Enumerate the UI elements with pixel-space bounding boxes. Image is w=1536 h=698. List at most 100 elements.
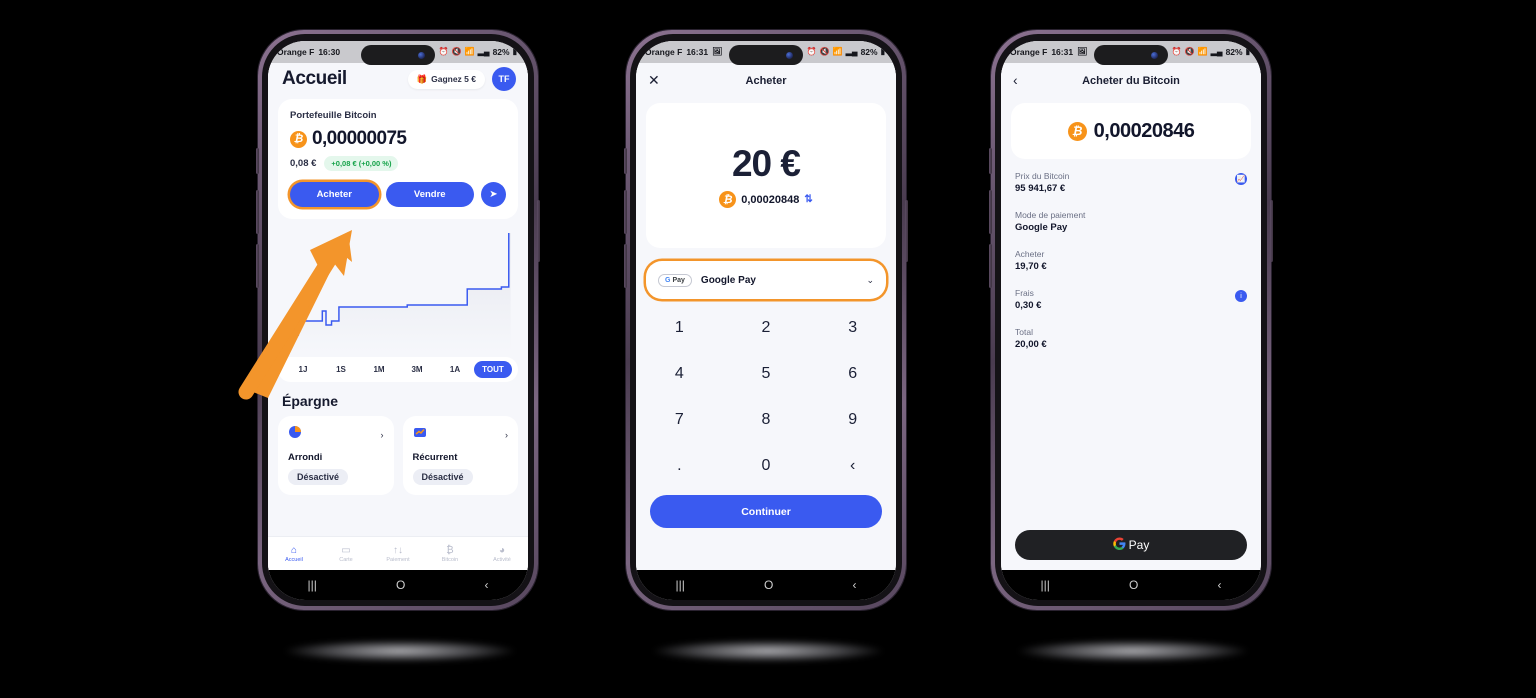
row-label: Prix du Bitcoin bbox=[1015, 171, 1070, 181]
screenshot-stage: Orange F 16:30 ⏰ 🔇 📶 ▂▄ 82% ▮ Accueil 🎁 … bbox=[0, 0, 1536, 698]
swap-vertical-icon[interactable]: ⇅ bbox=[804, 194, 812, 205]
dynamic-island bbox=[1094, 45, 1168, 65]
summary-btc-amount: 0,00020846 bbox=[1093, 119, 1195, 142]
buy-app-bar: ✕ Acheter bbox=[636, 63, 896, 97]
key-5[interactable]: 5 bbox=[723, 351, 810, 397]
power-button[interactable] bbox=[1270, 200, 1273, 262]
chart-icon[interactable]: 📈 bbox=[1235, 173, 1247, 185]
volume-up-button[interactable] bbox=[256, 190, 259, 234]
mute-switch[interactable] bbox=[624, 148, 627, 174]
front-camera-icon bbox=[1151, 51, 1158, 59]
key-backspace[interactable]: ‹ bbox=[809, 443, 896, 489]
range-1m[interactable]: 1M bbox=[360, 361, 398, 378]
mute-switch[interactable] bbox=[256, 148, 259, 174]
range-1s[interactable]: 1S bbox=[322, 361, 360, 378]
key-2[interactable]: 2 bbox=[723, 305, 810, 351]
recents-button[interactable]: ||| bbox=[676, 578, 685, 592]
range-selector[interactable]: 1J 1S 1M 3M 1A TOUT bbox=[278, 357, 518, 382]
tab-activite[interactable]: ◕ Activité bbox=[476, 545, 528, 563]
range-1j[interactable]: 1J bbox=[284, 361, 322, 378]
tab-accueil[interactable]: ⌂ Accueil bbox=[268, 545, 320, 563]
key-4[interactable]: 4 bbox=[636, 351, 723, 397]
row-label: Total bbox=[1015, 327, 1033, 337]
pie-chart-icon bbox=[288, 425, 302, 444]
back-button[interactable]: ‹ bbox=[852, 578, 856, 592]
volume-up-button[interactable] bbox=[989, 190, 992, 234]
power-button[interactable] bbox=[905, 200, 908, 262]
payment-method-selector[interactable]: G Pay Google Pay ⌄ bbox=[646, 261, 886, 299]
recents-button[interactable]: ||| bbox=[1041, 578, 1050, 592]
numeric-keypad[interactable]: 1 2 3 4 5 6 7 8 9 . 0 ‹ bbox=[636, 305, 896, 489]
wifi-icon: 📶 bbox=[1197, 47, 1208, 56]
chevron-right-icon: › bbox=[505, 429, 508, 440]
key-0[interactable]: 0 bbox=[723, 443, 810, 489]
back-button[interactable]: ‹ bbox=[1217, 578, 1221, 592]
key-8[interactable]: 8 bbox=[723, 397, 810, 443]
sell-button[interactable]: Vendre bbox=[385, 182, 474, 207]
tab-paiement[interactable]: ↑↓ Paiement bbox=[372, 545, 424, 563]
key-6[interactable]: 6 bbox=[809, 351, 896, 397]
bitcoin-icon: ₿ bbox=[446, 544, 454, 556]
savings-name: Récurrent bbox=[412, 452, 458, 463]
bitcoin-icon: ₿ bbox=[719, 191, 737, 208]
volume-down-button[interactable] bbox=[256, 244, 259, 288]
detail-row-payment-method: Mode de paiement Google Pay bbox=[1015, 210, 1247, 233]
bottom-tab-bar[interactable]: ⌂ Accueil ▭ Carte ↑↓ Paiement ₿ Bitcoin … bbox=[268, 536, 528, 570]
status-badge: Désactivé bbox=[288, 469, 349, 485]
price-chart bbox=[278, 225, 518, 353]
send-icon[interactable]: ➤ bbox=[481, 182, 506, 207]
wifi-icon: 📶 bbox=[832, 47, 843, 56]
continue-button[interactable]: Continuer bbox=[650, 495, 882, 528]
wallet-label: Portefeuille Bitcoin bbox=[290, 110, 377, 121]
recents-button[interactable]: ||| bbox=[308, 578, 317, 592]
key-1[interactable]: 1 bbox=[636, 305, 723, 351]
signal-icon: ▂▄ bbox=[845, 47, 858, 56]
range-1a[interactable]: 1A bbox=[436, 361, 474, 378]
android-nav-bar[interactable]: ||| O ‹ bbox=[268, 570, 528, 600]
signal-icon: ▂▄ bbox=[477, 47, 490, 56]
key-decimal[interactable]: . bbox=[636, 443, 723, 489]
volume-down-button[interactable] bbox=[624, 244, 627, 288]
tab-bitcoin[interactable]: ₿ Bitcoin bbox=[424, 545, 476, 563]
key-9[interactable]: 9 bbox=[809, 397, 896, 443]
clock-label: 16:31 bbox=[686, 47, 709, 57]
key-3[interactable]: 3 bbox=[809, 305, 896, 351]
gpay-label: Pay bbox=[672, 276, 685, 284]
chevron-left-icon[interactable]: ‹ bbox=[1013, 73, 1031, 87]
wallet-card: Portefeuille Bitcoin ₿ 0,00000075 0,08 €… bbox=[278, 99, 518, 219]
detail-row-buy: Acheter 19,70 € bbox=[1015, 249, 1247, 272]
phone1-app: Accueil 🎁 Gagnez 5 € TF Portefeuille Bit… bbox=[268, 63, 528, 570]
savings-card-recurrent[interactable]: › Récurrent Désactivé bbox=[402, 416, 518, 495]
key-7[interactable]: 7 bbox=[636, 397, 723, 443]
power-button[interactable] bbox=[537, 200, 540, 262]
savings-card-arrondi[interactable]: › Arrondi Désactivé bbox=[278, 416, 394, 495]
google-pay-button[interactable]: Pay bbox=[1015, 530, 1247, 560]
android-nav-bar[interactable]: ||| O ‹ bbox=[636, 570, 896, 600]
volume-up-button[interactable] bbox=[624, 190, 627, 234]
volume-down-button[interactable] bbox=[989, 244, 992, 288]
amount-value: 20 € bbox=[731, 143, 801, 184]
info-icon[interactable]: i bbox=[1235, 290, 1247, 302]
chevron-down-icon[interactable]: ⌄ bbox=[866, 275, 874, 286]
avatar[interactable]: TF bbox=[492, 67, 516, 91]
home-button[interactable]: O bbox=[396, 578, 405, 592]
range-tout[interactable]: TOUT bbox=[474, 361, 512, 378]
summary-amount-card: ₿ 0,00020846 bbox=[1011, 103, 1251, 159]
close-icon[interactable]: ✕ bbox=[648, 73, 666, 87]
home-button[interactable]: O bbox=[764, 578, 773, 592]
home-button[interactable]: O bbox=[1129, 578, 1138, 592]
buy-button[interactable]: Acheter bbox=[290, 182, 379, 207]
btc-equivalent: 0,00020848 bbox=[741, 193, 800, 206]
front-camera-icon bbox=[418, 51, 425, 59]
back-button[interactable]: ‹ bbox=[484, 578, 488, 592]
android-nav-bar[interactable]: ||| O ‹ bbox=[1001, 570, 1261, 600]
tab-carte[interactable]: ▭ Carte bbox=[320, 545, 372, 563]
reward-button[interactable]: 🎁 Gagnez 5 € bbox=[407, 69, 485, 89]
wallet-btc-amount: 0,00000075 bbox=[312, 128, 407, 149]
tab-label: Activité bbox=[493, 556, 511, 563]
mute-switch[interactable] bbox=[989, 148, 992, 174]
phone-3: Orange F 16:31 🖼 ⏰ 🔇 📶 ▂▄ 82% ▮ ‹ Achete… bbox=[989, 30, 1273, 610]
range-3m[interactable]: 3M bbox=[398, 361, 436, 378]
battery-label: 82% bbox=[860, 47, 878, 57]
row-label: Acheter bbox=[1015, 249, 1045, 259]
